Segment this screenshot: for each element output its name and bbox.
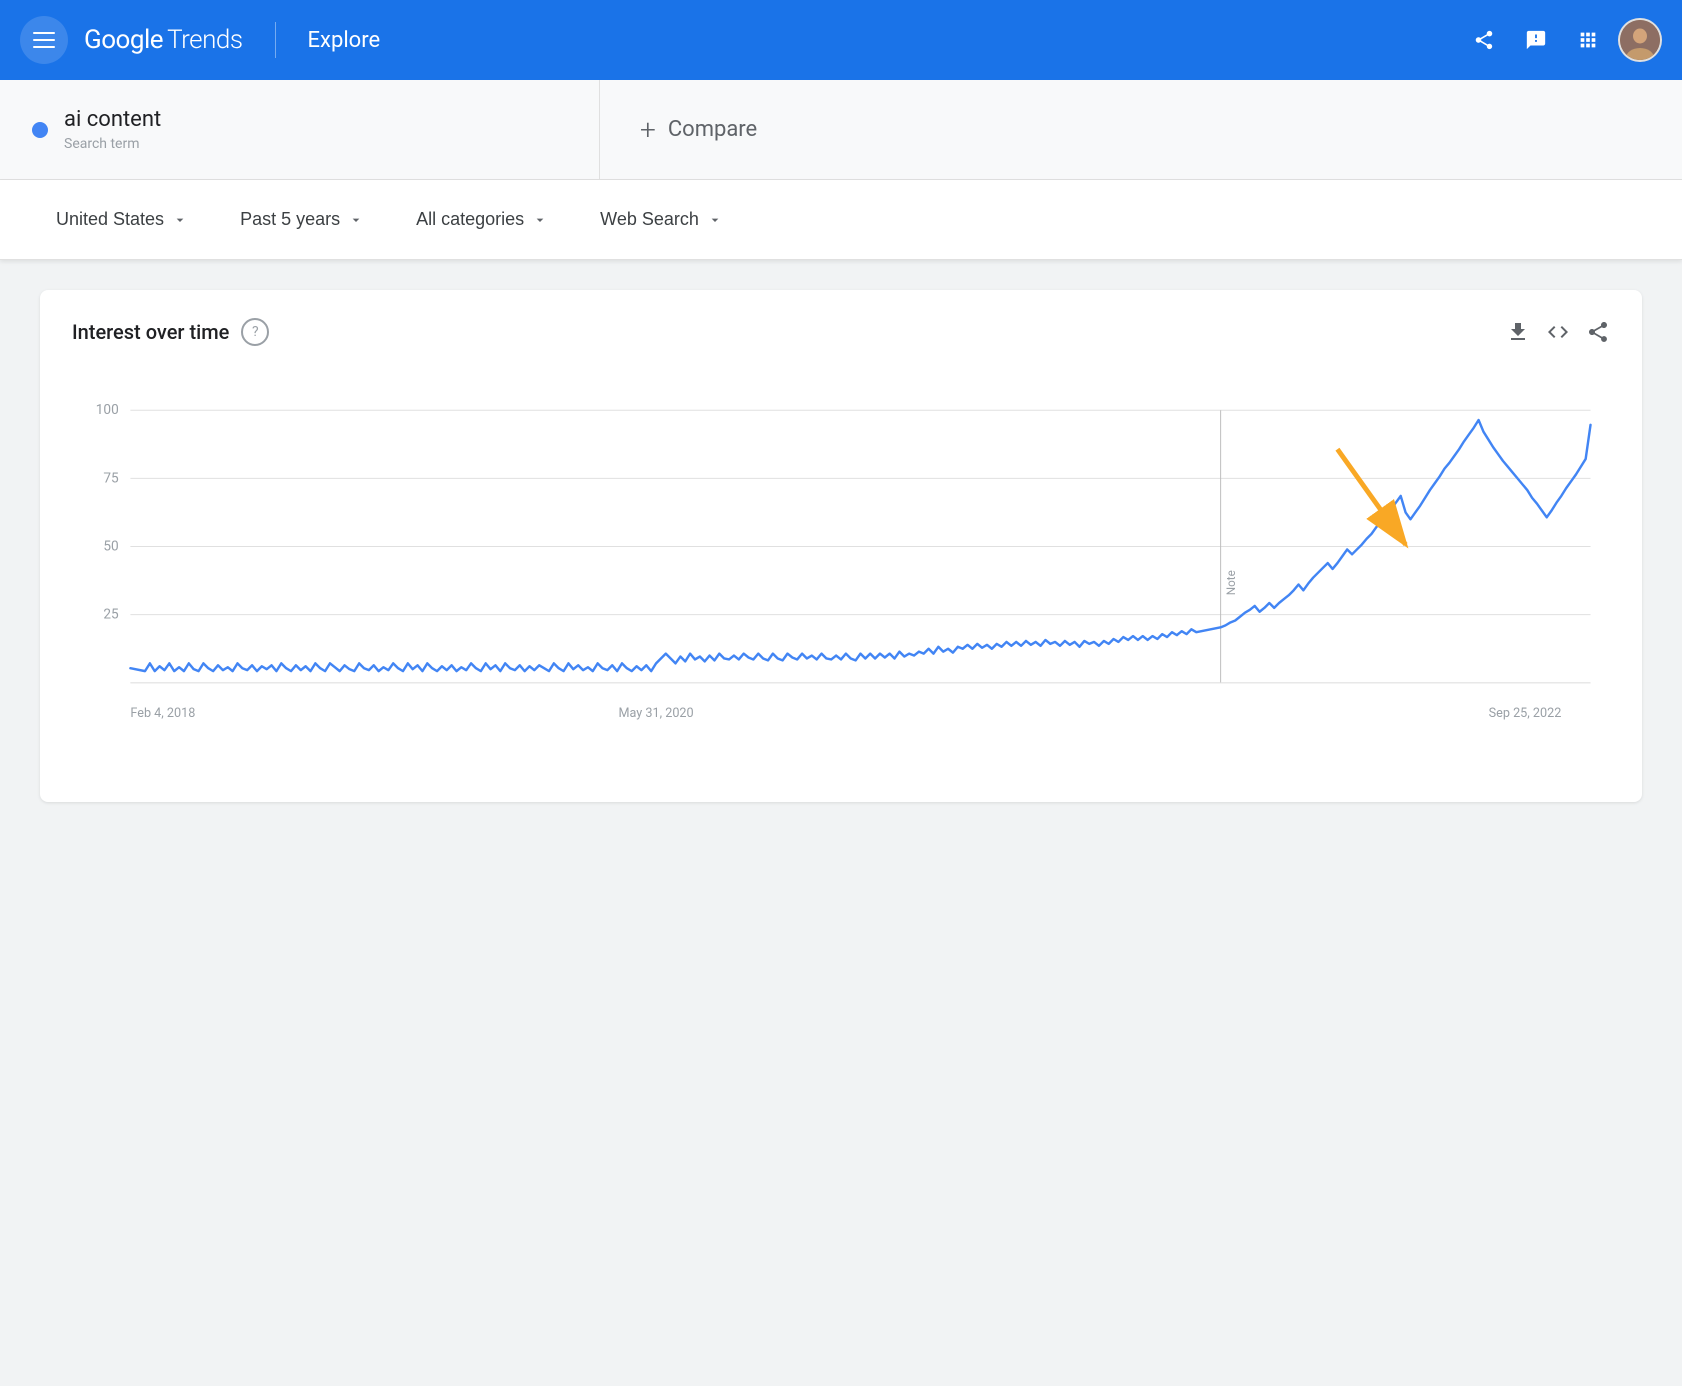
search-term-label: Search term: [64, 136, 161, 152]
help-icon: ?: [252, 324, 259, 340]
filter-country-label: United States: [56, 209, 164, 230]
download-button[interactable]: [1506, 320, 1530, 344]
header: Google Trends Explore: [0, 0, 1682, 80]
logo-trends: Trends: [167, 25, 242, 55]
embed-button[interactable]: [1546, 320, 1570, 344]
menu-button[interactable]: [20, 16, 68, 64]
share-button[interactable]: [1462, 18, 1506, 62]
search-term-dot: [32, 122, 48, 138]
filter-searchtype[interactable]: Web Search: [584, 201, 739, 238]
chevron-down-icon: [348, 212, 364, 228]
feedback-button[interactable]: [1514, 18, 1558, 62]
hamburger-icon: [33, 32, 55, 48]
svg-text:May 31, 2020: May 31, 2020: [618, 706, 693, 721]
embed-icon: [1546, 320, 1570, 344]
svg-text:75: 75: [103, 470, 119, 486]
chart-actions: [1506, 320, 1610, 344]
share-chart-button[interactable]: [1586, 320, 1610, 344]
apps-icon: [1577, 29, 1599, 51]
svg-text:Sep 25, 2022: Sep 25, 2022: [1489, 706, 1562, 721]
compare-label: Compare: [668, 117, 757, 142]
filter-timerange-label: Past 5 years: [240, 209, 340, 230]
search-area: ai content Search term + Compare: [0, 80, 1682, 180]
filter-searchtype-label: Web Search: [600, 209, 699, 230]
header-icons: [1462, 18, 1662, 62]
feedback-icon: [1525, 29, 1547, 51]
header-divider: [275, 22, 276, 58]
interest-over-time-chart: 100 75 50 25 Note: [72, 366, 1610, 766]
filter-category-label: All categories: [416, 209, 524, 230]
search-term-info: ai content Search term: [64, 107, 161, 152]
search-term-text[interactable]: ai content: [64, 107, 161, 132]
chart-title-group: Interest over time ?: [72, 318, 269, 346]
avatar[interactable]: [1618, 18, 1662, 62]
page-title: Explore: [308, 28, 381, 53]
chevron-down-icon: [172, 212, 188, 228]
search-term-box: ai content Search term: [0, 80, 600, 179]
filter-timerange[interactable]: Past 5 years: [224, 201, 380, 238]
svg-text:Feb 4, 2018: Feb 4, 2018: [130, 706, 195, 721]
logo-google: Google: [84, 25, 163, 55]
chart-container: 100 75 50 25 Note: [72, 366, 1610, 770]
filter-category[interactable]: All categories: [400, 201, 564, 238]
filter-country[interactable]: United States: [40, 201, 204, 238]
logo[interactable]: Google Trends: [84, 25, 243, 55]
download-icon: [1506, 320, 1530, 344]
filters-bar: United States Past 5 years All categorie…: [0, 180, 1682, 260]
share-icon: [1473, 29, 1495, 51]
avatar-person-icon: [1620, 18, 1660, 62]
compare-box[interactable]: + Compare: [600, 80, 1682, 179]
chevron-down-icon: [532, 212, 548, 228]
main-content: Interest over time ?: [0, 260, 1682, 832]
avatar-image: [1620, 20, 1660, 60]
help-button[interactable]: ?: [241, 318, 269, 346]
chevron-down-icon: [707, 212, 723, 228]
svg-text:100: 100: [96, 402, 119, 418]
apps-button[interactable]: [1566, 18, 1610, 62]
svg-text:50: 50: [103, 538, 118, 554]
share-icon: [1586, 320, 1610, 344]
svg-text:25: 25: [103, 607, 119, 623]
compare-plus-icon: +: [640, 113, 656, 146]
chart-card: Interest over time ?: [40, 290, 1642, 802]
chart-header: Interest over time ?: [72, 318, 1610, 346]
svg-text:Note: Note: [1224, 570, 1238, 595]
chart-title: Interest over time: [72, 320, 229, 344]
